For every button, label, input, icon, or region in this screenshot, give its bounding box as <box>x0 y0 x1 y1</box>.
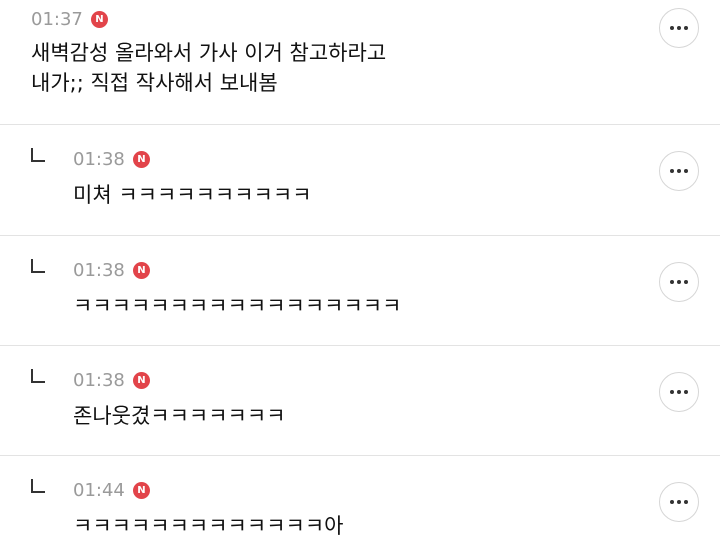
new-badge-icon: N <box>132 372 150 389</box>
reply-arrow-icon <box>31 479 45 493</box>
comment-time: 01:38 <box>73 370 125 391</box>
more-options-icon <box>670 500 688 504</box>
reply-item: 01:38 N 미쳐 ㅋㅋㅋㅋㅋㅋㅋㅋㅋㅋ <box>0 125 720 236</box>
reply-item: 01:38 N 존나웃겼ㅋㅋㅋㅋㅋㅋㅋ <box>0 346 720 456</box>
reply-arrow-icon <box>31 369 45 383</box>
more-options-button[interactable] <box>659 8 699 48</box>
more-options-button[interactable] <box>659 262 699 302</box>
more-options-icon <box>670 26 688 30</box>
comment-meta: 01:38 N <box>73 149 150 170</box>
comment-text: 새벽감성 올라와서 가사 이거 참고하라고 내가;; 직접 작사해서 보내봄 <box>31 41 387 95</box>
comment-text: 미쳐 ㅋㅋㅋㅋㅋㅋㅋㅋㅋㅋ <box>73 183 312 207</box>
more-options-button[interactable] <box>659 151 699 191</box>
comment-time: 01:38 <box>73 260 125 281</box>
comment-text: ㅋㅋㅋㅋㅋㅋㅋㅋㅋㅋㅋㅋㅋㅋㅋㅋㅋ <box>73 294 402 318</box>
comment-meta: 01:37 N <box>31 9 108 30</box>
new-badge-icon: N <box>132 151 150 168</box>
more-options-icon <box>670 280 688 284</box>
comment-list: 01:37 N 새벽감성 올라와서 가사 이거 참고하라고 내가;; 직접 작사… <box>0 0 720 555</box>
comment-time: 01:38 <box>73 149 125 170</box>
more-options-button[interactable] <box>659 372 699 412</box>
more-options-icon <box>670 169 688 173</box>
comment-time: 01:44 <box>73 480 125 501</box>
comment-item: 01:37 N 새벽감성 올라와서 가사 이거 참고하라고 내가;; 직접 작사… <box>0 0 720 125</box>
new-badge-icon: N <box>132 262 150 279</box>
new-badge-icon: N <box>90 11 108 28</box>
new-badge-icon: N <box>132 482 150 499</box>
more-options-button[interactable] <box>659 482 699 522</box>
comment-meta: 01:44 N <box>73 480 150 501</box>
comment-meta: 01:38 N <box>73 260 150 281</box>
comment-text: 존나웃겼ㅋㅋㅋㅋㅋㅋㅋ <box>73 404 286 428</box>
reply-item: 01:38 N ㅋㅋㅋㅋㅋㅋㅋㅋㅋㅋㅋㅋㅋㅋㅋㅋㅋ <box>0 236 720 346</box>
reply-arrow-icon <box>31 259 45 273</box>
more-options-icon <box>670 390 688 394</box>
comment-time: 01:37 <box>31 9 83 30</box>
comment-meta: 01:38 N <box>73 370 150 391</box>
comment-text: ㅋㅋㅋㅋㅋㅋㅋㅋㅋㅋㅋㅋㅋ아 <box>73 514 344 538</box>
reply-arrow-icon <box>31 148 45 162</box>
reply-item: 01:44 N ㅋㅋㅋㅋㅋㅋㅋㅋㅋㅋㅋㅋㅋ아 <box>0 456 720 555</box>
